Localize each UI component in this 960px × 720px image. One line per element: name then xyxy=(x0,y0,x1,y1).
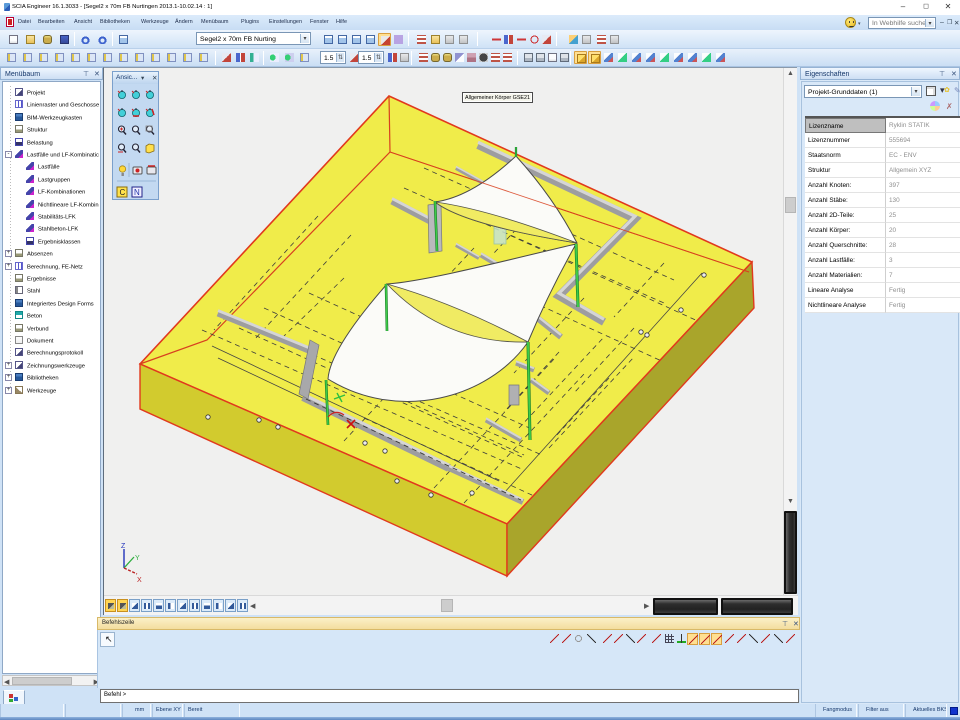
svg-text:X: X xyxy=(137,577,142,584)
svg-text:Y: Y xyxy=(135,555,140,562)
svg-text:N: N xyxy=(134,188,140,197)
svg-text:C: C xyxy=(120,188,126,197)
svg-text:Z: Z xyxy=(121,543,126,550)
